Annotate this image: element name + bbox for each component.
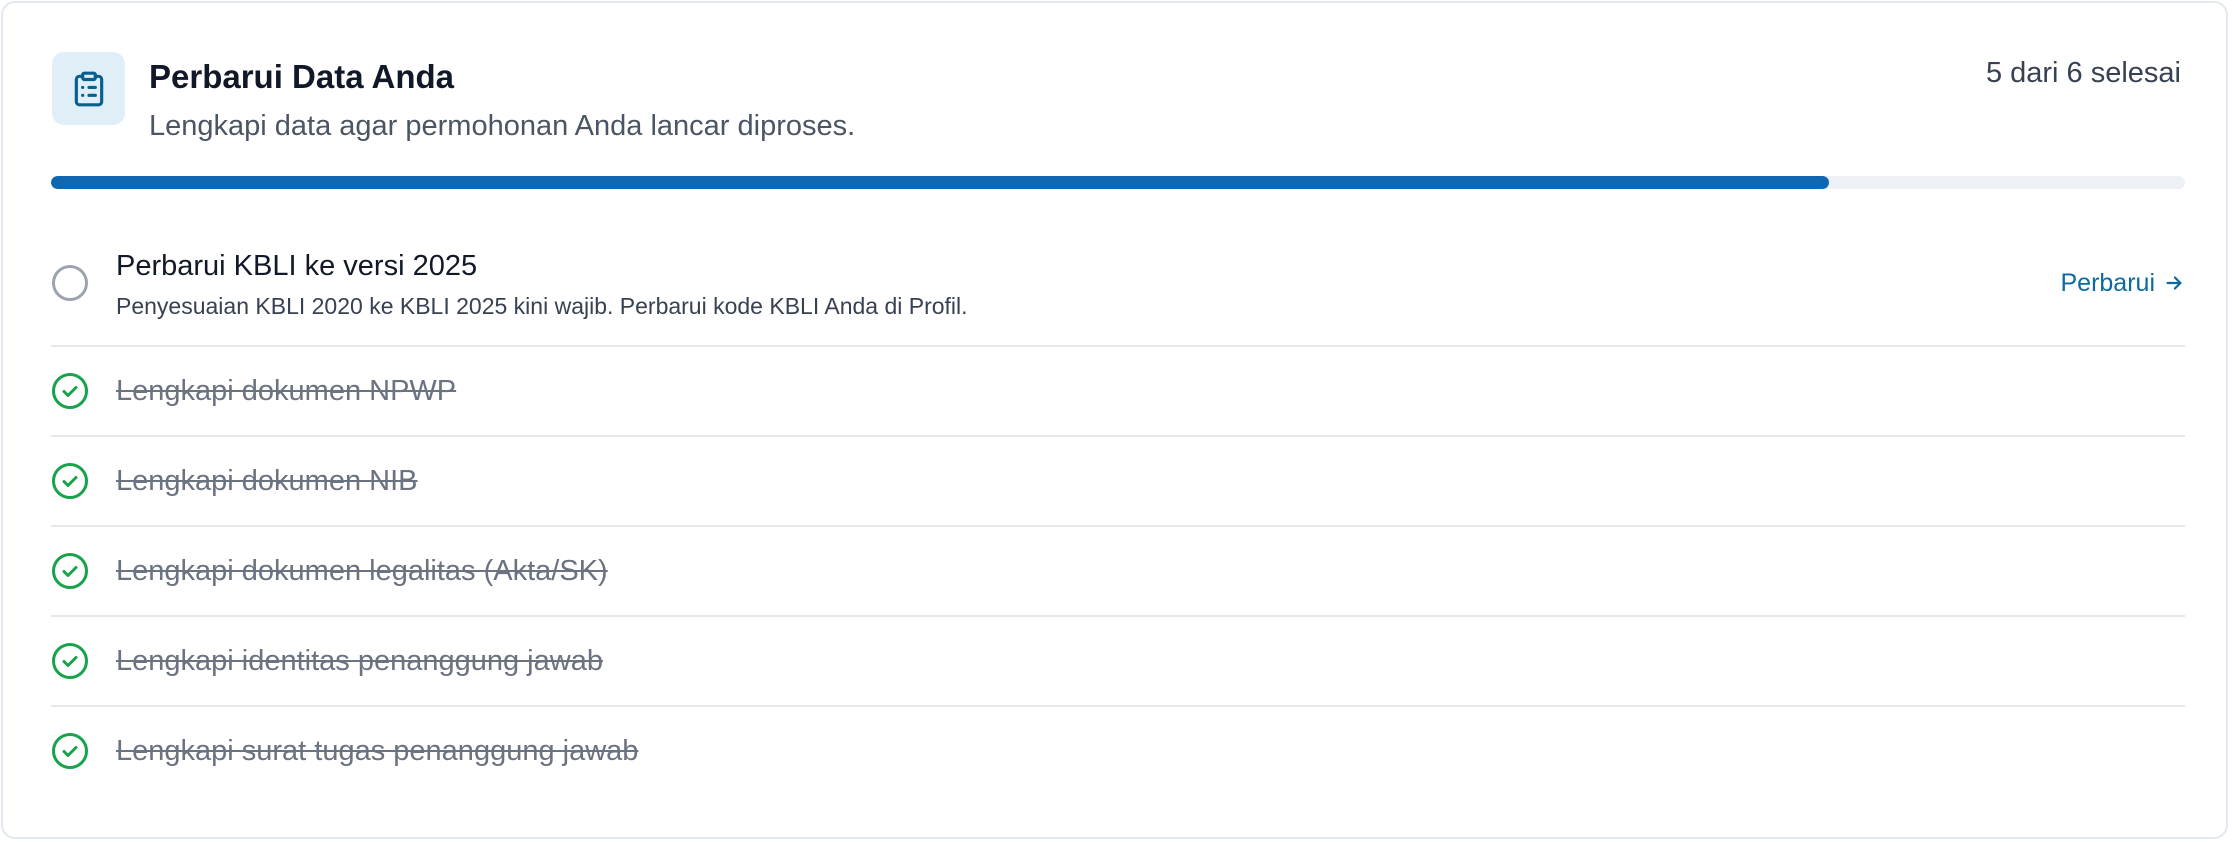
task-item-nib: Lengkapi dokumen NIB <box>51 437 2185 527</box>
task-label: Lengkapi surat tugas penanggung jawab <box>116 735 639 767</box>
arrow-right-icon[interactable] <box>2163 272 2185 294</box>
task-item-legalitas: Lengkapi dokumen legalitas (Akta/SK) <box>51 527 2185 617</box>
update-data-card: Perbarui Data Anda Lengkapi data agar pe… <box>1 1 2228 839</box>
task-item-npwp: Lengkapi dokumen NPWP <box>51 347 2185 437</box>
update-link-label[interactable]: Perbarui <box>2061 264 2156 302</box>
check-circle-icon <box>52 733 88 769</box>
card-subtitle: Lengkapi data agar permohonan Anda lanca… <box>149 110 856 142</box>
task-label: Lengkapi dokumen NPWP <box>116 375 457 407</box>
progress-bar-fill <box>51 176 1830 189</box>
task-label: Perbarui KBLI ke versi 2025 <box>116 250 478 282</box>
check-circle-icon <box>52 463 88 499</box>
task-label: Lengkapi dokumen legalitas (Akta/SK) <box>116 555 608 587</box>
update-kbli-link[interactable]: Perbarui <box>2061 264 2186 302</box>
task-list: Perbarui KBLI ke versi 2025 Penyesuaian … <box>51 222 2185 797</box>
task-item-identitas: Lengkapi identitas penanggung jawab <box>51 617 2185 707</box>
task-label: Lengkapi identitas penanggung jawab <box>116 645 603 677</box>
progress-count: 5 dari 6 selesai <box>1985 57 2181 89</box>
progress-bar <box>51 176 2185 189</box>
task-description: Penyesuaian KBLI 2020 ke KBLI 2025 kini … <box>116 293 968 319</box>
check-circle-icon <box>52 553 88 589</box>
clipboard-list-icon <box>52 52 125 125</box>
task-item-update-kbli[interactable]: Perbarui KBLI ke versi 2025 Penyesuaian … <box>51 222 2185 347</box>
check-circle-icon <box>52 643 88 679</box>
check-circle-icon <box>52 373 88 409</box>
task-label: Lengkapi dokumen NIB <box>116 465 418 497</box>
empty-circle-icon[interactable] <box>51 264 89 302</box>
task-item-surat-tugas: Lengkapi surat tugas penanggung jawab <box>51 707 2185 797</box>
card-title: Perbarui Data Anda <box>149 58 455 95</box>
